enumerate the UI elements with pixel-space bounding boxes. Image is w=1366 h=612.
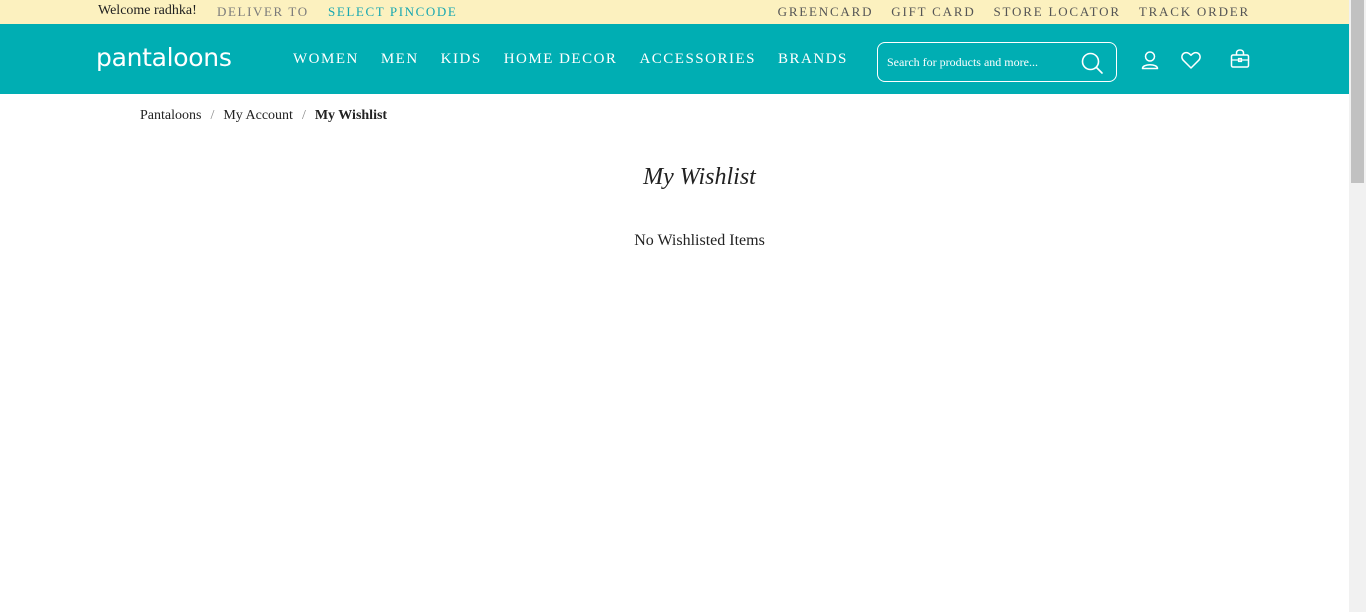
nav-accessories[interactable]: ACCESSORIES — [639, 50, 756, 68]
main-nav: WOMEN MEN KIDS HOME DECOR ACCESSORIES BR… — [293, 50, 848, 68]
empty-wishlist-message: No Wishlisted Items — [634, 232, 765, 249]
welcome-text: Welcome radhka! — [98, 3, 197, 18]
breadcrumb-pantaloons[interactable]: Pantaloons — [140, 108, 201, 124]
gift-card-link[interactable]: GIFT CARD — [891, 4, 975, 20]
nav-kids[interactable]: KIDS — [441, 50, 482, 68]
nav-women[interactable]: WOMEN — [293, 50, 359, 68]
user-icon[interactable] — [1139, 49, 1161, 71]
nav-brands[interactable]: BRANDS — [778, 50, 848, 68]
deliver-to-label: DELIVER TO — [217, 4, 309, 19]
search-icon[interactable] — [1080, 51, 1104, 75]
breadcrumb-separator: / — [301, 108, 306, 123]
bag-icon[interactable] — [1229, 48, 1251, 70]
search-input[interactable] — [887, 52, 1072, 72]
select-pincode-link[interactable]: SELECT PINCODE — [328, 4, 457, 20]
nav-home-decor[interactable]: HOME DECOR — [504, 50, 618, 68]
top-utility-bar: Welcome radhka! DELIVER TO SELECT PINCOD… — [0, 0, 1349, 24]
breadcrumb-current: My Wishlist — [314, 108, 388, 123]
nav-men[interactable]: MEN — [381, 50, 419, 68]
search-box — [877, 42, 1117, 82]
track-order-link[interactable]: TRACK ORDER — [1139, 4, 1250, 20]
greencard-link[interactable]: GREENCARD — [778, 4, 874, 20]
utility-links: GREENCARD GIFT CARD STORE LOCATOR TRACK … — [778, 4, 1250, 20]
pantaloons-logo[interactable]: pantaloons — [96, 45, 232, 71]
heart-icon[interactable] — [1180, 49, 1202, 71]
scrollbar-thumb[interactable] — [1351, 0, 1364, 183]
breadcrumb: Pantaloons / My Account / My Wishlist — [140, 108, 387, 124]
breadcrumb-my-account[interactable]: My Account — [223, 108, 293, 124]
vertical-scrollbar[interactable] — [1349, 0, 1366, 612]
main-header: pantaloons WOMEN MEN KIDS HOME DECOR ACC… — [0, 24, 1349, 94]
store-locator-link[interactable]: STORE LOCATOR — [994, 4, 1121, 20]
page: Welcome radhka! DELIVER TO SELECT PINCOD… — [0, 0, 1366, 612]
breadcrumb-separator: / — [210, 108, 215, 123]
page-title: My Wishlist — [643, 164, 756, 190]
